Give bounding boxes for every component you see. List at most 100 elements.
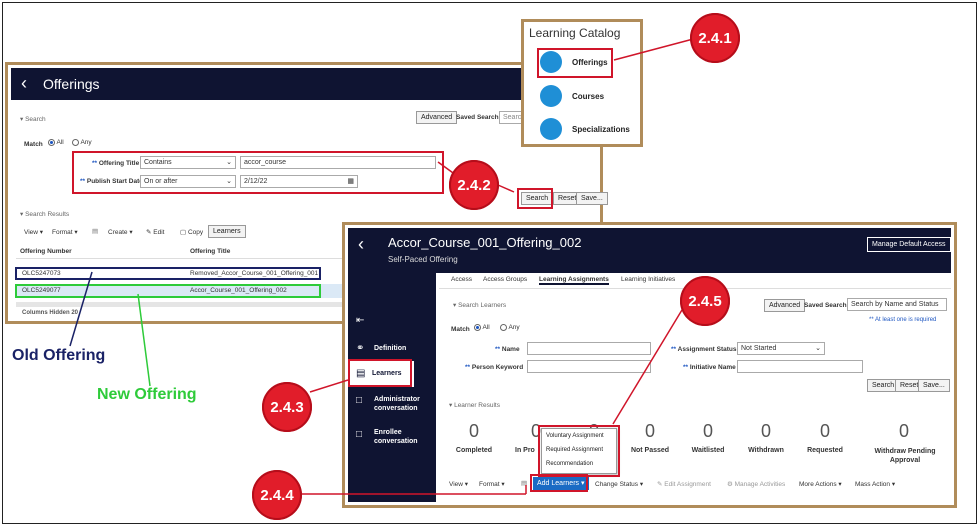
collapse-icon[interactable]: ⇤ <box>356 315 364 326</box>
callout-2-4-3: 2.4.3 <box>262 382 312 432</box>
offering-subtitle: Self-Paced Offering <box>388 255 458 264</box>
chat-icon: □ <box>356 429 363 440</box>
manage-default-access-button[interactable]: Manage Default Access <box>867 237 951 252</box>
view-menu[interactable]: View ▾ <box>449 480 468 488</box>
courses-icon <box>540 85 562 107</box>
stat-label: Withdrawn <box>748 447 784 454</box>
column-offering-title[interactable]: Offering Title <box>190 248 230 255</box>
callout-2-4-1: 2.4.1 <box>690 13 740 63</box>
stat-withdrawn[interactable]: 0 Withdrawn <box>741 421 791 461</box>
side-item-definition[interactable]: Definition <box>374 345 406 352</box>
learners-panel: ‹ Accor_Course_001_Offering_002 Self-Pac… <box>342 222 957 508</box>
callout-2-4-4: 2.4.4 <box>252 470 302 520</box>
manage-activities-button[interactable]: ⚙ Manage Activities <box>727 480 785 488</box>
new-offering-highlight <box>15 284 321 298</box>
stat-value: 0 <box>899 421 910 441</box>
old-offering-highlight <box>15 267 321 280</box>
format-menu[interactable]: Format ▾ <box>52 228 78 236</box>
learners-button[interactable]: Learners <box>208 225 246 238</box>
match-label: Match <box>24 141 43 148</box>
match-all-radio[interactable]: All <box>48 139 64 146</box>
catalog-item-courses[interactable]: Courses <box>532 82 632 110</box>
back-icon[interactable]: ‹ <box>358 234 364 255</box>
assignment-status-select[interactable]: Not Started ⌄ <box>737 342 825 355</box>
stat-value: 0 <box>645 421 656 441</box>
stat-label: Not Passed <box>630 447 670 454</box>
saved-search-label: Saved Search <box>804 302 847 309</box>
stat-not-passed[interactable]: 0 Not Passed <box>625 421 675 461</box>
initiative-name-label: ** Initiative Name <box>683 364 736 371</box>
add-learners-highlight <box>530 474 588 492</box>
person-keyword-input[interactable] <box>527 360 651 373</box>
results-toolbar: View ▾ Format ▾ ▤ Create ▾ ✎ Edit ▢ Copy… <box>22 225 282 241</box>
old-offering-label: Old Offering <box>12 347 106 364</box>
offering-title: Accor_Course_001_Offering_002 <box>388 235 582 250</box>
page-title: Offerings <box>43 76 100 92</box>
freeze-icon[interactable]: ▤ <box>521 479 527 487</box>
name-label: ** Name <box>495 346 520 353</box>
stat-withdraw-pending[interactable]: 0 Withdraw Pending Approval <box>865 421 945 465</box>
mass-action-menu[interactable]: Mass Action ▾ <box>855 480 895 488</box>
create-menu[interactable]: Create ▾ <box>108 228 133 236</box>
column-offering-number[interactable]: Offering Number <box>20 248 72 255</box>
more-actions-menu[interactable]: More Actions ▾ <box>799 480 842 488</box>
columns-hidden-note: Columns Hidden 20 <box>22 310 79 316</box>
change-status-menu[interactable]: Change Status ▾ <box>595 480 643 488</box>
learner-results-label[interactable]: ▾ Learner Results <box>449 401 500 409</box>
catalog-title: Learning Catalog <box>529 26 621 40</box>
match-label: Match <box>451 326 470 333</box>
edit-button[interactable]: ✎ Edit <box>146 228 164 236</box>
tab-access-groups[interactable]: Access Groups <box>483 276 527 283</box>
search-section-label[interactable]: ▾ Search <box>20 115 46 123</box>
side-item-enrollee-conversation[interactable]: Enrollee conversation <box>374 428 430 446</box>
advanced-button[interactable]: Advanced <box>416 111 458 124</box>
match-all-radio[interactable]: All <box>474 324 490 331</box>
stat-label: Requested <box>807 447 843 454</box>
edit-assignment-button[interactable]: ✎ Edit Assignment <box>657 480 711 488</box>
stat-value: 0 <box>761 421 772 441</box>
learning-catalog-panel: Learning Catalog Offerings Courses Speci… <box>521 19 643 147</box>
assignment-status-label: ** Assignment Status <box>671 346 737 353</box>
stat-requested[interactable]: 0 Requested <box>800 421 850 461</box>
back-icon[interactable]: ‹ <box>21 73 27 94</box>
match-any-radio[interactable]: Any <box>500 324 520 331</box>
save-button[interactable]: Save... <box>576 192 608 205</box>
search-learners-label[interactable]: ▾ Search Learners <box>453 301 506 309</box>
side-item-admin-conversation[interactable]: Administrator conversation <box>374 395 430 413</box>
tab-learning-initiatives[interactable]: Learning Initiatives <box>621 276 675 283</box>
name-input[interactable] <box>527 342 651 355</box>
tab-learning-assignments[interactable]: Learning Assignments <box>539 276 609 285</box>
stat-value: 0 <box>703 421 714 441</box>
person-keyword-label: ** Person Keyword <box>465 364 524 371</box>
copy-button[interactable]: ▢ Copy <box>180 228 203 236</box>
criteria-highlight <box>72 151 444 194</box>
search-button-highlight <box>517 188 553 209</box>
callout-2-4-5: 2.4.5 <box>680 276 730 326</box>
offerings-highlight <box>537 48 613 78</box>
save-button[interactable]: Save... <box>918 379 950 392</box>
results-section-label[interactable]: ▾ Search Results <box>20 210 69 218</box>
tab-access[interactable]: Access <box>451 276 472 283</box>
stat-value: 0 <box>469 421 480 441</box>
chat-icon: □ <box>356 395 363 406</box>
catalog-item-label: Courses <box>572 92 605 101</box>
format-menu[interactable]: Format ▾ <box>479 480 505 488</box>
new-offering-label: New Offering <box>97 386 197 403</box>
stat-completed[interactable]: 0 Completed <box>449 421 499 461</box>
stat-waitlisted[interactable]: 0 Waitlisted <box>683 421 733 461</box>
freeze-icon[interactable]: ▤ <box>92 227 98 235</box>
stat-label: Waitlisted <box>691 447 725 454</box>
stat-value: 0 <box>820 421 831 441</box>
catalog-item-specializations[interactable]: Specializations <box>532 115 642 143</box>
specializations-icon <box>540 118 562 140</box>
required-note: ** At least one is required <box>869 317 937 323</box>
callout-2-4-2: 2.4.2 <box>449 160 499 210</box>
match-any-radio[interactable]: Any <box>72 139 92 146</box>
offerings-header: ‹ Offerings <box>11 68 597 100</box>
saved-search-select[interactable]: Search by Name and Status <box>847 298 947 311</box>
view-menu[interactable]: View ▾ <box>24 228 43 236</box>
initiative-name-input[interactable] <box>737 360 863 373</box>
definition-icon: ⚭ <box>356 343 365 354</box>
learners-nav-highlight <box>348 359 412 387</box>
advanced-button[interactable]: Advanced <box>764 299 806 312</box>
